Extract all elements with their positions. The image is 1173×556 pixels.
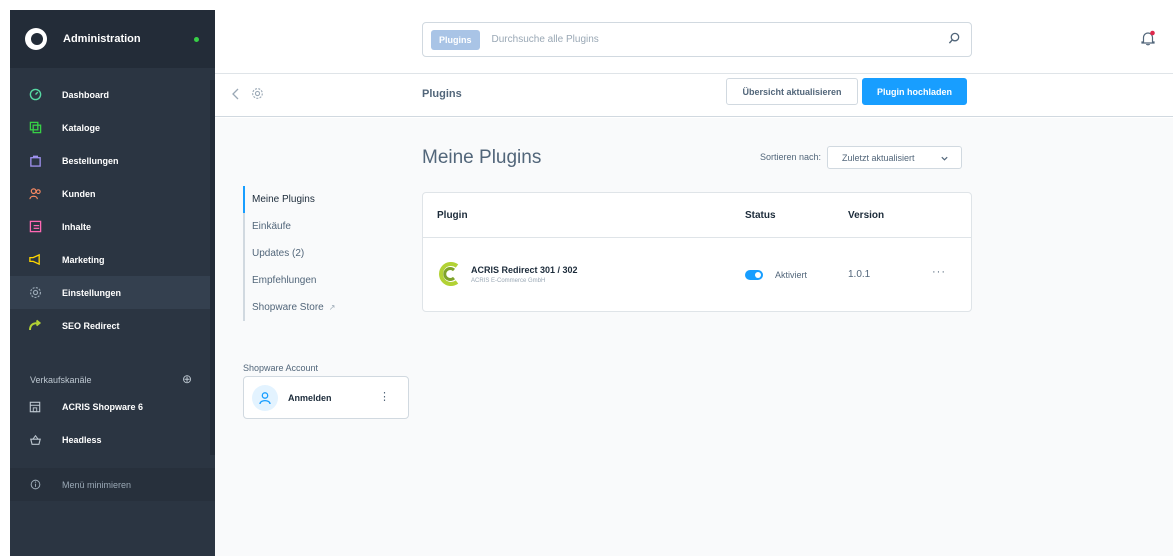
sidebar-item-seo-redirect[interactable]: SEO Redirect: [10, 309, 215, 342]
login-label: Anmelden: [288, 392, 332, 403]
sidebar-item-label: SEO Redirect: [62, 320, 120, 331]
sidebar-channel-label: Headless: [62, 434, 102, 445]
notification-bell-icon[interactable]: [1140, 30, 1156, 49]
plugin-table-card: Plugin Status Version ACRIS Redirect 301…: [422, 192, 972, 312]
sidebar-item-dashboard[interactable]: Dashboard: [10, 78, 215, 111]
sidebar-nav: Dashboard Kataloge Bestellungen Kunden I…: [10, 78, 215, 342]
storefront-icon: [28, 400, 42, 414]
sidebar-header: Administration: [10, 10, 215, 68]
sidebar-item-label: Inhalte: [62, 221, 92, 232]
sales-channels-label: Verkaufskanäle: [30, 375, 92, 385]
add-channel-icon[interactable]: ⊕: [182, 372, 192, 386]
acris-logo-icon: [437, 261, 463, 290]
sidebar-item-content[interactable]: Inhalte: [10, 210, 215, 243]
catalog-icon: [28, 121, 42, 135]
column-header-plugin: Plugin: [437, 210, 468, 221]
sidebar-item-orders[interactable]: Bestellungen: [10, 144, 215, 177]
page-title: Plugins: [422, 88, 462, 100]
sidebar-item-catalog[interactable]: Kataloge: [10, 111, 215, 144]
settings-gear-icon: [251, 87, 264, 103]
external-link-icon: ↗: [328, 303, 336, 312]
main-heading: Meine Plugins: [422, 147, 542, 168]
shopware-logo-icon[interactable]: [25, 28, 47, 50]
sidebar-item-settings[interactable]: Einstellungen: [10, 276, 215, 309]
top-search-bar: Plugins: [215, 10, 1173, 74]
users-icon: [28, 187, 42, 201]
tab-purchases[interactable]: Einkäufe: [245, 213, 373, 240]
megaphone-icon: [28, 253, 42, 267]
row-context-menu-icon[interactable]: ···: [932, 266, 946, 278]
account-context-menu-icon[interactable]: ⋮: [379, 390, 390, 403]
column-header-status: Status: [745, 210, 776, 221]
plugin-status: Aktiviert: [775, 270, 808, 280]
sidebar-channel-acris[interactable]: ACRIS Shopware 6: [10, 390, 215, 423]
sort-value: Zuletzt aktualisiert: [842, 152, 915, 163]
tab-updates[interactable]: Updates (2): [245, 240, 373, 267]
refresh-overview-button[interactable]: Übersicht aktualisieren: [726, 78, 858, 105]
admin-sidebar: Administration Dashboard Kataloge Bestel…: [10, 10, 215, 556]
plugin-name[interactable]: ACRIS Redirect 301 / 302: [471, 265, 578, 275]
plugin-tabs: Meine Plugins Einkäufe Updates (2) Empfe…: [243, 186, 373, 321]
tab-label: Shopware Store: [252, 302, 324, 313]
smart-bar: Plugins Übersicht aktualisieren Plugin h…: [215, 74, 1173, 117]
tab-my-plugins[interactable]: Meine Plugins: [245, 186, 373, 213]
sort-select[interactable]: Zuletzt aktualisiert: [827, 146, 962, 169]
tab-recommendations[interactable]: Empfehlungen: [245, 267, 373, 294]
active-tab-indicator: [243, 186, 245, 213]
user-avatar-icon: [252, 384, 278, 411]
plugin-version: 1.0.1: [848, 269, 871, 280]
sidebar-item-label: Einstellungen: [62, 287, 122, 298]
minimize-menu-label: Menü minimieren: [62, 479, 132, 490]
search-type-tag[interactable]: Plugins: [431, 29, 480, 50]
shopping-bag-icon: [28, 154, 42, 168]
gear-icon: [28, 286, 42, 300]
search-icon[interactable]: [948, 32, 961, 48]
tab-shopware-store[interactable]: Shopware Store ↗: [245, 294, 373, 321]
search-input[interactable]: [491, 34, 932, 45]
table-row: ACRIS Redirect 301 / 302 ACRIS E-Commerc…: [423, 238, 971, 312]
plugin-active-toggle[interactable]: [745, 270, 763, 280]
sidebar-item-label: Marketing: [62, 254, 105, 265]
global-search: Plugins: [422, 22, 972, 57]
info-circle-icon: [28, 478, 42, 492]
account-login-card[interactable]: Anmelden ⋮: [243, 376, 409, 419]
sidebar-item-label: Dashboard: [62, 89, 110, 100]
content-icon: [28, 220, 42, 234]
chevron-left-icon[interactable]: [231, 88, 241, 103]
sales-channels-section: Verkaufskanäle ⊕ ACRIS Shopware 6 Headle…: [10, 370, 215, 456]
upload-plugin-button[interactable]: Plugin hochladen: [862, 78, 967, 105]
redirect-icon: [28, 319, 42, 333]
sidebar-item-label: Kunden: [62, 188, 96, 199]
sort-label: Sortieren nach:: [760, 152, 822, 162]
sidebar-item-label: Kataloge: [62, 122, 101, 133]
status-dot: [194, 37, 199, 42]
minimize-menu-button[interactable]: Menü minimieren: [10, 468, 215, 501]
chevron-down-icon: [940, 154, 949, 165]
account-heading: Shopware Account: [243, 363, 319, 373]
sidebar-channel-headless[interactable]: Headless: [10, 423, 215, 456]
sidebar-item-marketing[interactable]: Marketing: [10, 243, 215, 276]
sidebar-item-label: Bestellungen: [62, 155, 119, 166]
plugin-manager-content: Meine Plugins Einkäufe Updates (2) Empfe…: [215, 118, 1173, 556]
gauge-icon: [28, 88, 42, 102]
column-header-version: Version: [848, 210, 885, 221]
sidebar-channel-label: ACRIS Shopware 6: [62, 401, 144, 412]
sidebar-item-customers[interactable]: Kunden: [10, 177, 215, 210]
plugin-vendor: ACRIS E-Commerce GmbH: [471, 278, 546, 284]
sidebar-title: Administration: [63, 33, 141, 45]
table-header: Plugin Status Version: [423, 193, 971, 238]
basket-icon: [28, 433, 42, 447]
sales-channels-heading: Verkaufskanäle ⊕: [10, 370, 215, 390]
